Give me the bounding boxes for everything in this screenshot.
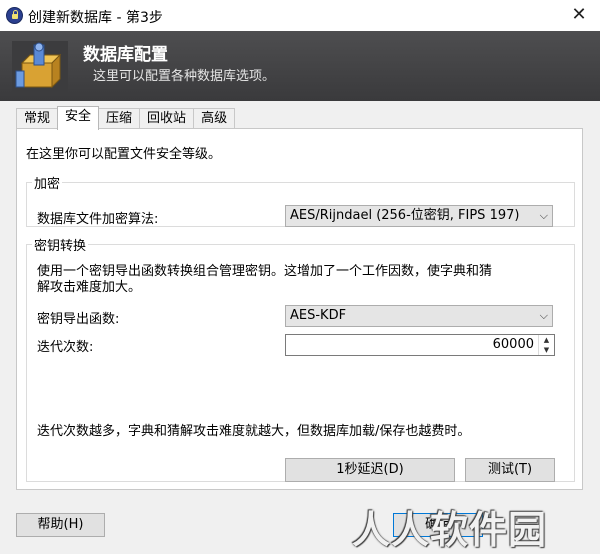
- kdf-description: 使用一个密钥导出函数转换组合管理密钥。这增加了一个工作因数，使字典和猜 解攻击难…: [37, 264, 567, 296]
- encryption-legend: 加密: [34, 177, 61, 192]
- stepper-up-icon[interactable]: ▲: [539, 335, 554, 345]
- tab-advanced[interactable]: 高级: [193, 108, 236, 130]
- security-intro-text: 在这里你可以配置文件安全等级。: [26, 147, 222, 162]
- test-button[interactable]: 测试(T): [465, 458, 555, 482]
- iterations-note: 迭代次数越多，字典和猜解攻击难度就越大，但数据库加载/保存也越费时。: [37, 424, 471, 439]
- kdf-label: 密钥导出函数:: [37, 312, 120, 327]
- tab-compression[interactable]: 压缩: [98, 108, 141, 130]
- kdf-description-line1: 使用一个密钥导出函数转换组合管理密钥。这增加了一个工作因数，使字典和猜: [37, 264, 493, 279]
- banner-title: 数据库配置: [83, 45, 168, 65]
- chevron-down-icon: ⌵: [537, 306, 548, 326]
- encryption-group: 加密 数据库文件加密算法: AES/Rijndael (256-位密钥, FIP…: [26, 173, 575, 227]
- iterations-value: 60000: [492, 337, 534, 352]
- database-config-icon: [12, 41, 68, 95]
- kdf-select[interactable]: AES-KDF ⌵: [285, 305, 553, 327]
- watermark-text: 人人软件园: [352, 508, 548, 552]
- kdf-value: AES-KDF: [290, 308, 347, 323]
- banner-subtitle: 这里可以配置各种数据库选项。: [93, 69, 276, 84]
- chevron-down-icon: ⌵: [537, 206, 548, 226]
- keepass-lock-icon: [6, 7, 23, 24]
- tab-recycle-bin[interactable]: 回收站: [139, 108, 195, 130]
- tab-general[interactable]: 常规: [16, 108, 59, 130]
- iterations-label: 迭代次数:: [37, 340, 94, 355]
- kdf-description-line2: 解攻击难度加大。: [37, 280, 142, 295]
- stepper-buttons: ▲ ▼: [538, 335, 554, 355]
- algorithm-value: AES/Rijndael (256-位密钥, FIPS 197): [290, 208, 520, 223]
- stepper-down-icon[interactable]: ▼: [539, 345, 554, 355]
- window-title: 创建新数据库 - 第3步: [28, 10, 163, 26]
- title-bar: 创建新数据库 - 第3步 ✕: [0, 0, 600, 31]
- key-transformation-group: 密钥转换 使用一个密钥导出函数转换组合管理密钥。这增加了一个工作因数，使字典和猜…: [26, 235, 575, 482]
- help-button[interactable]: 帮助(H): [16, 513, 105, 537]
- tab-strip: 常规 安全 压缩 回收站 高级: [16, 106, 236, 130]
- algorithm-select[interactable]: AES/Rijndael (256-位密钥, FIPS 197) ⌵: [285, 205, 553, 227]
- security-tab-panel: 在这里你可以配置文件安全等级。 加密 数据库文件加密算法: AES/Rijnda…: [16, 128, 583, 490]
- tab-security[interactable]: 安全: [57, 106, 100, 130]
- one-second-delay-button[interactable]: 1秒延迟(D): [285, 458, 455, 482]
- iterations-stepper[interactable]: 60000 ▲ ▼: [285, 334, 555, 356]
- header-banner: 数据库配置 这里可以配置各种数据库选项。: [0, 31, 600, 101]
- algorithm-label: 数据库文件加密算法:: [37, 212, 159, 227]
- key-transformation-legend: 密钥转换: [34, 239, 87, 254]
- close-icon[interactable]: ✕: [568, 4, 590, 26]
